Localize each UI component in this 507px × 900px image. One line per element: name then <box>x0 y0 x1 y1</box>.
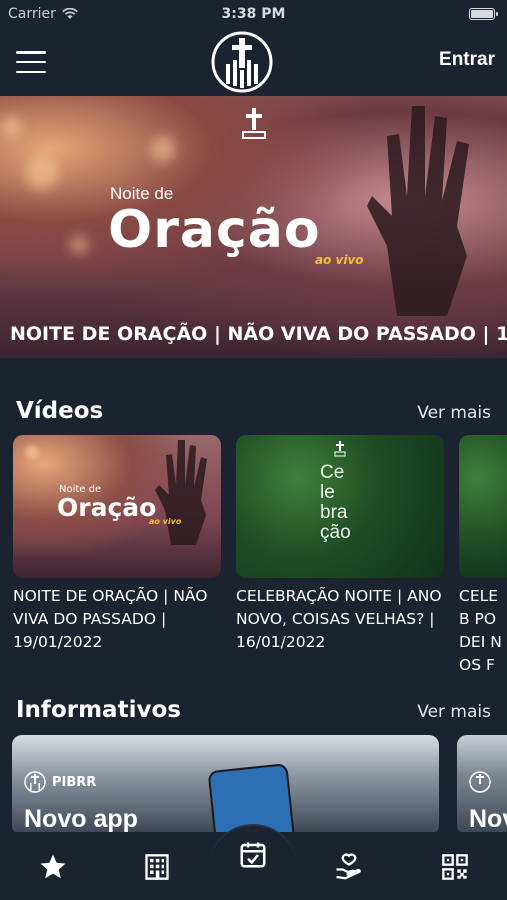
thumb-title: Oração <box>57 493 157 522</box>
news-brand <box>469 771 491 793</box>
status-bar: Carrier 3:38 PM <box>0 0 507 30</box>
informativos-see-more-link[interactable]: Ver mais <box>417 702 491 722</box>
battery-icon <box>469 8 498 20</box>
hero-caption: NOITE DE ORAÇÃO | NÃO VIVA DO PASSADO | … <box>10 323 507 345</box>
video-title[interactable]: CELEBRAÇÃO NOITE | ANO NOVO, COISAS VELH… <box>236 585 444 654</box>
tab-donate[interactable] <box>332 850 366 884</box>
bottom-tabbar <box>0 824 507 900</box>
video-card[interactable]: Noite de Oração ao vivo NOITE DE ORAÇÃO … <box>13 435 221 654</box>
hero-subtitle: ao vivo <box>315 253 364 267</box>
informativos-header: Informativos Ver mais <box>16 697 491 727</box>
raised-hand-image <box>367 106 469 316</box>
church-logo <box>211 31 273 93</box>
video-card[interactable]: Ce le bra ção CELEBRAÇÃO NOITE | ANO NOV… <box>236 435 444 654</box>
video-title[interactable]: CELEB PODEI NOS F <box>459 585 507 677</box>
donate-hand-icon <box>336 853 361 880</box>
video-title[interactable]: NOITE DE ORAÇÃO | NÃO VIVA DO PASSADO | … <box>13 585 221 654</box>
videos-see-more-link[interactable]: Ver mais <box>417 403 491 423</box>
tab-agenda[interactable] <box>236 838 270 872</box>
informativos-heading: Informativos <box>16 697 181 723</box>
news-title: Nov <box>469 805 507 833</box>
thumb-subtitle: ao vivo <box>149 517 182 526</box>
news-title: Novo app <box>24 805 138 833</box>
tab-qrcode[interactable] <box>438 850 472 884</box>
tab-church[interactable] <box>140 850 174 884</box>
menu-icon[interactable] <box>16 51 46 73</box>
church-icon <box>334 441 346 457</box>
status-time: 3:38 PM <box>221 6 286 22</box>
news-card[interactable]: PIBRR Novo app <box>12 735 439 835</box>
hero-title: Oração <box>108 200 321 260</box>
videos-heading: Vídeos <box>16 398 104 424</box>
raised-hand-image <box>155 440 207 545</box>
news-brand: PIBRR <box>24 771 96 793</box>
thumb-lettering: Ce le bra ção <box>320 462 351 543</box>
video-thumbnail[interactable]: Noite de Oração ao vivo <box>13 435 221 578</box>
hero-banner[interactable]: Noite de Oração ao vivo NOITE DE ORAÇÃO … <box>0 96 507 358</box>
top-navbar: Entrar <box>0 30 507 96</box>
video-thumbnail[interactable]: Ce le bra ção <box>236 435 444 578</box>
building-icon <box>145 854 169 880</box>
calendar-check-icon <box>240 842 266 868</box>
news-card[interactable]: Nov <box>457 735 507 835</box>
star-icon <box>40 854 66 879</box>
videos-header: Vídeos Ver mais <box>16 398 491 428</box>
tab-favorites[interactable] <box>36 850 70 884</box>
church-logo <box>24 771 46 793</box>
login-button[interactable]: Entrar <box>439 49 495 71</box>
video-thumbnail[interactable] <box>459 435 507 578</box>
church-icon <box>242 108 266 139</box>
video-card[interactable]: CELEB PODEI NOS F <box>459 435 507 677</box>
qr-code-icon <box>442 854 468 880</box>
church-logo <box>469 771 491 793</box>
